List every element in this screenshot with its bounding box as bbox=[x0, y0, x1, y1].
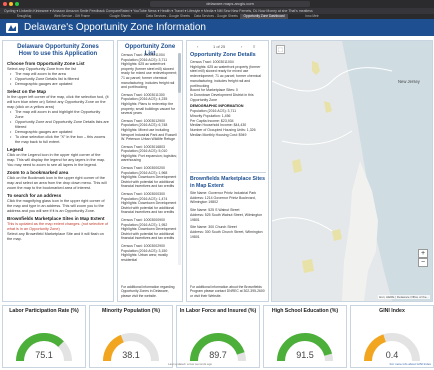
zone-list-item-hl: Highlights: Port expansion; logistics; w… bbox=[121, 153, 178, 163]
help-title: Delaware Opportunity Zones How to use th… bbox=[7, 44, 109, 58]
gauge-card: In Labor Force and Insured (%) 89.7 bbox=[176, 305, 260, 368]
brownfields-title: Brownfields Marketplace Sites in Map Ext… bbox=[190, 176, 265, 189]
help-bullet: To clear selection click the "X" in the … bbox=[7, 135, 109, 145]
help-bullet: The map will zoom in and highlight the O… bbox=[7, 110, 109, 120]
app-header: Delaware's Opportunity Zone Information bbox=[0, 19, 434, 36]
help-note: This is updated as the map extent change… bbox=[7, 222, 109, 231]
demo-housing-cost: Median Monthly Housing Cost: $949 bbox=[190, 132, 247, 137]
help-bullet: Opportunity Zone and Opportunity Zone De… bbox=[7, 120, 109, 130]
help-text: This is updated as the map extent change… bbox=[7, 222, 109, 232]
zone-list: Census Tract: 10003011004 Population (201… bbox=[121, 53, 179, 265]
gauge-value: 91.5 bbox=[296, 350, 314, 360]
zone-list-footer: For additional information regarding Opp… bbox=[121, 284, 175, 298]
map-attribution: Esri, HERE | Delaware Office of the... bbox=[378, 295, 430, 299]
gauge-card: GINI Index 0.4 bbox=[350, 305, 434, 368]
gauge-value: 75.1 bbox=[35, 350, 53, 360]
help-title-line2: How to use this Application bbox=[18, 51, 98, 57]
brownfield-site-item[interactable]: Site Name: 300 Church Street Address: 300… bbox=[190, 225, 266, 239]
zone-list-item-hl: Highlights: Downtown Development Distric… bbox=[121, 201, 177, 215]
next-record-icon[interactable]: › bbox=[241, 44, 242, 50]
selection-tool-icon[interactable]: ⬚ bbox=[276, 45, 285, 54]
zone-list-item[interactable]: Census Tract: 10003000300 Population (201… bbox=[121, 192, 179, 215]
zone-list-item[interactable]: Census Tract: 10003000200 Population (201… bbox=[121, 166, 179, 189]
details-pager: ‹ 1 of 25 › ≡ bbox=[197, 44, 259, 50]
gauge-title: High School Education (%) bbox=[271, 308, 339, 314]
details-highlights: Highlights: 625 ac waterfront property (… bbox=[190, 64, 262, 88]
gauge-value: 38.1 bbox=[122, 350, 140, 360]
brownfield-site-item[interactable]: Site Name: Governor Printz Industrial Pa… bbox=[190, 191, 266, 205]
help-text: Select any Brownfield Marketplace Site a… bbox=[7, 232, 104, 241]
map-toolbar: ⬚ bbox=[276, 45, 286, 56]
address-bar[interactable]: delaware.maps.arcgis.com bbox=[150, 1, 310, 7]
zone-list-item-hl: Highlights: Downtown Development Distric… bbox=[121, 227, 177, 241]
opportunity-zone-list-panel: Opportunity Zone List Census Tract: 1000… bbox=[117, 40, 183, 302]
map-label-new-jersey: New Jersey bbox=[398, 79, 420, 84]
zoom-in-button[interactable]: + bbox=[418, 249, 428, 258]
zone-list-item-hl: Highlights: Urban area; mostly residenti… bbox=[121, 253, 168, 262]
zone-list-item-hl: Highlights: Plans to redevelop the prope… bbox=[121, 101, 176, 116]
record-counter: 1 of 25 bbox=[213, 44, 226, 49]
zone-list-item[interactable]: Census Tract: 10003012900 Population (201… bbox=[121, 119, 179, 142]
gauge-card: High School Education (%) 91.5 bbox=[263, 305, 347, 368]
page-title: Delaware's Opportunity Zone Information bbox=[24, 22, 206, 33]
gini-info-link[interactable]: For more info about GINI Index bbox=[390, 362, 431, 366]
zone-list-item-hl: Highlights: Downtown Development Distric… bbox=[121, 175, 177, 189]
gauge-title: In Labor Force and Insured (%) bbox=[179, 308, 257, 314]
zone-list-item[interactable]: Census Tract: 10003002900 Population (201… bbox=[121, 244, 179, 262]
gauge-value: 89.7 bbox=[209, 350, 227, 360]
gauge-card: Minority Population (%) 38.1 bbox=[89, 305, 173, 368]
gauge-card: Labor Participation Rate (%) 75.1 bbox=[2, 305, 86, 368]
zone-list-item[interactable]: Census Tract: 10003011004 Population (201… bbox=[121, 53, 179, 90]
brownfield-site-name: Site Name: Governor Printz Industrial Pa… bbox=[190, 191, 257, 195]
help-text: In the upper left corner of the map, cli… bbox=[7, 95, 109, 109]
brownfield-site-addr: Address: 1214 Governor Printz Boulevard,… bbox=[190, 195, 256, 205]
zoom-out-button[interactable]: − bbox=[418, 258, 428, 267]
help-text: Click on the Legend icon in the upper ri… bbox=[7, 153, 106, 167]
zone-list-item-hl: Highlights: 625 ac waterfront property (… bbox=[121, 62, 177, 90]
gauge-title: GINI Index bbox=[379, 308, 405, 314]
gauge-value: 0.4 bbox=[385, 350, 399, 360]
details-footer: For additional information about the Bro… bbox=[190, 284, 265, 298]
zone-list-item[interactable]: Census Tract: 10003016803 Population (201… bbox=[121, 145, 179, 163]
delaware-logo-icon bbox=[6, 23, 18, 33]
details-body: Census Tract: 10003011004 Highlights: 62… bbox=[190, 60, 266, 170]
map-panel[interactable]: ⬚ New Jersey + − Esri, HERE | Delaware O… bbox=[271, 40, 433, 302]
zoom-controls: + − bbox=[418, 249, 428, 267]
brownfields-section: Brownfields Marketplace Sites in Map Ext… bbox=[190, 172, 266, 257]
help-text: Click the magnifying glass icon in the u… bbox=[7, 199, 105, 213]
zone-list-item-hl: Highlights: Mixed use including Newport … bbox=[121, 127, 177, 142]
brownfield-site-addr: Address: 525 South Walnut Street, Wilmin… bbox=[190, 212, 263, 222]
browser-toolbar: delaware.maps.arcgis.com bbox=[0, 0, 434, 8]
menu-icon[interactable]: ≡ bbox=[253, 44, 255, 50]
gauge-title: Labor Participation Rate (%) bbox=[9, 308, 79, 314]
scrollbar-thumb[interactable] bbox=[178, 53, 181, 93]
minimize-window-icon[interactable] bbox=[9, 2, 13, 6]
brownfields-list: Site Name: Governor Printz Industrial Pa… bbox=[190, 191, 266, 257]
help-bullet: Demographic gauges are updated bbox=[7, 82, 109, 87]
zone-list-item[interactable]: Census Tract: 10003000900 Population (201… bbox=[121, 218, 179, 241]
help-panel: Delaware Opportunity Zones How to use th… bbox=[2, 40, 114, 302]
previous-record-icon[interactable]: ‹ bbox=[197, 44, 198, 50]
zone-list-scrollbar[interactable] bbox=[178, 53, 181, 265]
close-window-icon[interactable] bbox=[3, 2, 7, 6]
opportunity-zone-details-panel: ‹ 1 of 25 › ≡ Opportunity Zone Details C… bbox=[186, 40, 269, 302]
maximize-window-icon[interactable] bbox=[15, 2, 19, 6]
details-title: Opportunity Zone Details bbox=[190, 52, 256, 58]
help-title-line1: Delaware Opportunity Zones bbox=[17, 44, 99, 50]
brownfield-site-item[interactable]: Site Name: 525 S Walnut Street Address: 5… bbox=[190, 208, 266, 222]
gauge-title: Minority Population (%) bbox=[102, 308, 160, 314]
details-ddd: In Downtown Development District in this… bbox=[190, 92, 254, 102]
help-text: Click on the Bookmark icon in the upper … bbox=[7, 176, 107, 190]
brownfield-site-addr: Address: 300 South Church Street, Wilmin… bbox=[190, 229, 263, 239]
last-updated-note: Last updated: a few seconds ago bbox=[168, 362, 213, 366]
zone-list-item[interactable]: Census Tract: 10003011300 Population (201… bbox=[121, 93, 179, 116]
